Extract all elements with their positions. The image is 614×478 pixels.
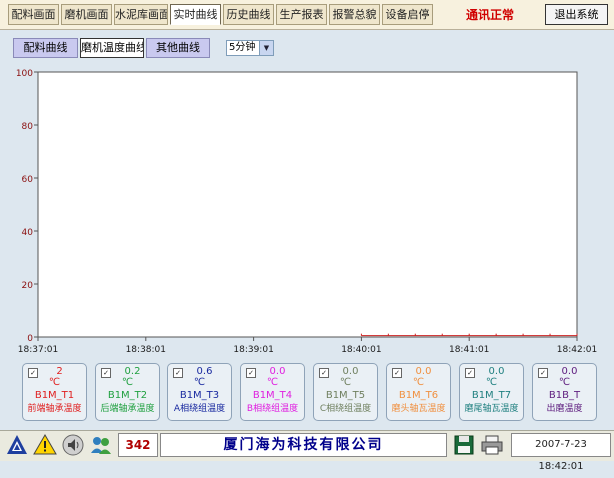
alarm-warning-icon[interactable] bbox=[33, 433, 57, 457]
plot-area bbox=[37, 71, 578, 338]
chart-svg: 100 80 60 40 20 018:37:01 18:38:01 18:39:01 18:4… bbox=[16, 69, 597, 355]
x-tick-label: 18:37:01 bbox=[18, 345, 58, 355]
sensor-code: B1M_T6 bbox=[398, 390, 439, 401]
nav-tab-mill[interactable]: 磨机画面 bbox=[61, 4, 112, 25]
counter-value: 342 bbox=[118, 433, 158, 457]
sensor-code: B1M_T3 bbox=[179, 390, 220, 401]
x-tick-label: 18:41:01 bbox=[449, 345, 489, 355]
subtab-mill-temperature-curve[interactable]: 磨机温度曲线 bbox=[80, 38, 144, 58]
sensor-code: B1M_T4 bbox=[252, 390, 293, 401]
sensor-unit: ℃ bbox=[558, 377, 571, 388]
y-tick-label: 100 bbox=[16, 69, 33, 79]
sensor-card: ✓ 0.2 ℃ B1M_T2 后端轴承温度 bbox=[95, 363, 160, 421]
sensor-code: B1M_T1 bbox=[34, 390, 75, 401]
nav-tab-alarm-overview[interactable]: 报警总貌 bbox=[329, 4, 380, 25]
sensor-card: ✓ 2 ℃ B1M_T1 前端轴承温度 bbox=[22, 363, 87, 421]
x-tick-label: 18:42:01 bbox=[557, 345, 597, 355]
sensor-card: ✓ 0.6 ℃ B1M_T3 A相绕组温度 bbox=[167, 363, 232, 421]
sensor-unit: ℃ bbox=[48, 377, 61, 388]
interval-select-value: 5分钟 bbox=[229, 42, 256, 53]
sensor-card: ✓ 0.0 ℃ B1B_T 出磨温度 bbox=[532, 363, 597, 421]
sensor-unit: ℃ bbox=[193, 377, 206, 388]
interval-select[interactable]: 5分钟 ▼ bbox=[226, 40, 274, 56]
speaker-icon[interactable] bbox=[61, 433, 85, 457]
sensor-card: ✓ 0.0 ℃ B1M_T6 磨头轴瓦温度 bbox=[386, 363, 451, 421]
sensor-description: C相绕组温度 bbox=[319, 404, 372, 414]
x-tick-label: 18:39:01 bbox=[233, 345, 273, 355]
y-tick-label: 80 bbox=[22, 122, 34, 132]
sensor-code: B1M_T2 bbox=[107, 390, 148, 401]
subtab-other-curve[interactable]: 其他曲线 bbox=[146, 38, 210, 58]
sensor-unit: ℃ bbox=[266, 377, 279, 388]
sensor-unit: ℃ bbox=[485, 377, 498, 388]
nav-tab-realtime-curve[interactable]: 实时曲线 bbox=[170, 4, 221, 25]
nav-tab-history-curve[interactable]: 历史曲线 bbox=[223, 4, 274, 25]
print-icon[interactable] bbox=[480, 433, 504, 457]
sensor-description: B相绕组温度 bbox=[246, 404, 299, 414]
nav-tab-batching[interactable]: 配料画面 bbox=[8, 4, 59, 25]
sensor-description: 出磨温度 bbox=[546, 404, 583, 414]
realtime-chart: 100 80 60 40 20 0 18:37:01 18:38:01 18:39:01 18:4… bbox=[0, 62, 614, 360]
system-logo-icon[interactable] bbox=[5, 433, 29, 457]
company-name: 厦门海为科技有限公司 bbox=[160, 433, 447, 457]
current-datetime: 2007-7-23 18:42:01 bbox=[511, 433, 611, 472]
sensor-unit: ℃ bbox=[121, 377, 134, 388]
nav-tab-equipment-control[interactable]: 设备启停 bbox=[382, 4, 433, 25]
users-icon[interactable] bbox=[89, 433, 113, 457]
y-tick-label: 0 bbox=[27, 334, 33, 344]
sensor-card: ✓ 0.0 ℃ B1M_T4 B相绕组温度 bbox=[240, 363, 305, 421]
x-tick-label: 18:40:01 bbox=[341, 345, 381, 355]
save-icon[interactable] bbox=[452, 433, 476, 457]
sensor-unit: ℃ bbox=[339, 377, 352, 388]
sensor-card: ✓ 0.0 ℃ B1M_T5 C相绕组温度 bbox=[313, 363, 378, 421]
x-tick-label: 18:38:01 bbox=[126, 345, 166, 355]
y-tick-label: 40 bbox=[22, 228, 34, 238]
sensor-description: 前端轴承温度 bbox=[27, 404, 82, 414]
sensor-code: B1B_T bbox=[548, 390, 581, 401]
sensor-description: 后端轴承温度 bbox=[100, 404, 155, 414]
subtab-batching-curve[interactable]: 配料曲线 bbox=[13, 38, 78, 58]
y-tick-label: 60 bbox=[22, 175, 34, 185]
sensor-card: ✓ 0.0 ℃ B1M_T7 磨尾轴瓦温度 bbox=[459, 363, 524, 421]
sensor-description: 磨头轴瓦温度 bbox=[391, 404, 446, 414]
exit-system-button[interactable]: 退出系统 bbox=[545, 4, 608, 25]
sensor-description: A相绕组温度 bbox=[173, 404, 226, 414]
chevron-down-icon[interactable]: ▼ bbox=[259, 41, 273, 55]
nav-tab-production-report[interactable]: 生产报表 bbox=[276, 4, 327, 25]
sensor-code: B1M_T5 bbox=[325, 390, 366, 401]
nav-tab-cement-silo[interactable]: 水泥库画面 bbox=[114, 4, 168, 25]
sensor-code: B1M_T7 bbox=[471, 390, 512, 401]
communication-status: 通讯正常 bbox=[466, 8, 515, 22]
y-tick-label: 20 bbox=[22, 281, 34, 291]
sensor-unit: ℃ bbox=[412, 377, 425, 388]
sensor-description: 磨尾轴瓦温度 bbox=[464, 404, 519, 414]
